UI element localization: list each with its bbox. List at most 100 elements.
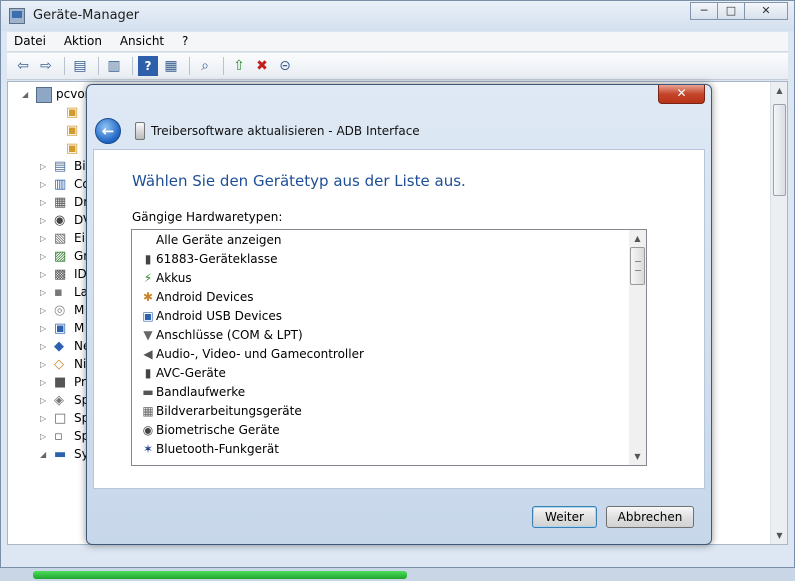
update-driver-icon[interactable]: ⇧ <box>229 56 249 76</box>
device-category-icon: ▬ <box>54 447 67 462</box>
device-category-icon: ◆ <box>54 339 64 354</box>
window-title: Geräte-Manager <box>33 8 140 23</box>
hardware-types-list[interactable]: Alle Geräte anzeigen ▮ 61883-Geräteklasse ⚡… <box>131 229 647 466</box>
scroll-thumb[interactable] <box>773 104 786 196</box>
scroll-up-icon[interactable]: ▲ <box>629 230 646 247</box>
expand-arrow-icon[interactable]: ▷ <box>40 414 49 423</box>
forward-arrow-icon[interactable]: ⇨ <box>36 56 56 76</box>
expand-arrow-icon[interactable]: ▷ <box>40 216 49 225</box>
tree-item-label: M <box>74 321 85 335</box>
back-arrow-icon[interactable]: ⇦ <box>13 56 33 76</box>
hardware-types-label: Gängige Hardwaretypen: <box>132 210 283 224</box>
next-button[interactable]: Weiter <box>532 506 597 528</box>
expand-arrow-icon[interactable]: ▷ <box>40 324 49 333</box>
biometric-devices-icon: ◉ <box>142 423 154 437</box>
expand-arrow-icon[interactable]: ▷ <box>40 270 49 279</box>
expand-arrow-icon[interactable]: ▷ <box>40 162 49 171</box>
device-category-icon: ◇ <box>54 357 64 372</box>
expand-arrow-icon[interactable]: ▷ <box>40 342 49 351</box>
menu-bar: Datei Aktion Ansicht ? <box>7 32 788 52</box>
tree-item-label: Pr <box>74 375 86 389</box>
list-item-label: Biometrische Geräte <box>156 423 280 437</box>
scroll-down-icon[interactable]: ▼ <box>629 448 646 465</box>
back-button[interactable]: ← <box>95 118 121 144</box>
dialog-body: Wählen Sie den Gerätetyp aus der Liste a… <box>93 149 705 489</box>
list-item-label: Bildverarbeitungsgeräte <box>156 404 302 418</box>
list-item-label: Audio-, Video- und Gamecontroller <box>156 347 364 361</box>
device-category-icon: ▫ <box>54 429 63 444</box>
ports-com-lpt-icon: ▼ <box>143 328 153 342</box>
tree-view-icon[interactable]: ▤ <box>70 56 90 76</box>
help-icon[interactable]: ? <box>138 56 158 76</box>
expand-arrow-icon[interactable]: ▷ <box>40 288 49 297</box>
uninstall-device-icon[interactable]: ⊝ <box>275 56 295 76</box>
title-bar[interactable]: Geräte-Manager ─ □ ✕ <box>1 1 794 31</box>
device-category-icon: ▣ <box>66 123 79 138</box>
expand-arrow-icon[interactable]: ◢ <box>40 450 49 459</box>
maximize-button[interactable]: □ <box>717 2 745 20</box>
expand-arrow-icon[interactable]: ▷ <box>40 432 49 441</box>
tree-root-label: pcvor <box>56 87 90 101</box>
avc-devices-icon: ▮ <box>144 366 152 380</box>
device-category-icon: ▩ <box>54 267 67 282</box>
list-scrollbar[interactable]: ▲ ▼ <box>629 230 646 465</box>
device-category-icon: ▣ <box>66 105 79 120</box>
dialog-close-button[interactable]: ✕ <box>658 85 705 104</box>
list-item-label: Android USB Devices <box>156 309 282 323</box>
tree-item-label: Bi <box>74 159 86 173</box>
menu-ansicht[interactable]: Ansicht <box>113 32 171 48</box>
device-category-icon: ◈ <box>54 393 64 408</box>
list-scroll-thumb[interactable] <box>630 247 645 285</box>
close-button[interactable]: ✕ <box>744 2 788 20</box>
menu-datei[interactable]: Datei <box>7 32 53 48</box>
device-category-icon: ▨ <box>54 249 67 264</box>
expand-arrow-icon[interactable]: ▷ <box>40 360 49 369</box>
toolbar-separator <box>98 57 99 75</box>
scan-hardware-icon[interactable]: ⌕ <box>195 56 215 76</box>
menu-help[interactable]: ? <box>175 32 195 48</box>
collapse-arrow-icon[interactable]: ◢ <box>22 90 31 99</box>
device-category-icon: ■ <box>54 375 67 390</box>
list-item-label: Bandlaufwerke <box>156 385 246 399</box>
list-item-label: AVC-Geräte <box>156 366 226 380</box>
expand-arrow-icon[interactable]: ▷ <box>40 180 49 189</box>
dialog-header: ← Treibersoftware aktualisieren - ADB In… <box>93 113 705 149</box>
expand-arrow-icon[interactable] <box>52 108 61 117</box>
device-category-icon: ▤ <box>54 159 67 174</box>
expand-arrow-icon[interactable]: ▷ <box>40 378 49 387</box>
minimize-button[interactable]: ─ <box>690 2 718 20</box>
menu-aktion[interactable]: Aktion <box>57 32 109 48</box>
tree-scrollbar[interactable]: ▲ ▼ <box>770 82 787 544</box>
back-arrow-icon: ← <box>101 122 115 140</box>
device-category-icon: ◉ <box>54 213 66 228</box>
batteries-icon: ⚡ <box>143 271 153 285</box>
list-item-label: Akkus <box>156 271 192 285</box>
list-item-label: Alle Geräte anzeigen <box>156 233 282 247</box>
device-category-icon: ▥ <box>54 177 67 192</box>
expand-arrow-icon[interactable]: ▷ <box>40 252 49 261</box>
expand-arrow-icon[interactable] <box>52 126 61 135</box>
list-item-label: 61883-Geräteklasse <box>156 252 278 266</box>
device-category-icon: ▣ <box>66 141 79 156</box>
audio-video-game-controllers-icon: ◀ <box>143 347 153 361</box>
device-category-icon: ◎ <box>54 303 66 318</box>
disable-device-icon[interactable]: ✖ <box>252 56 272 76</box>
device-category-icon: ▦ <box>54 195 67 210</box>
device-manager-icon <box>9 8 25 24</box>
expand-arrow-icon[interactable]: ▷ <box>40 396 49 405</box>
adb-device-icon <box>135 122 145 140</box>
view-icon[interactable]: ▦ <box>161 56 181 76</box>
cancel-button[interactable]: Abbrechen <box>606 506 694 528</box>
properties-icon[interactable]: ▥ <box>104 56 124 76</box>
scroll-up-icon[interactable]: ▲ <box>771 82 788 99</box>
expand-arrow-icon[interactable]: ▷ <box>40 234 49 243</box>
expand-arrow-icon[interactable]: ▷ <box>40 306 49 315</box>
toolbar-separator <box>223 57 224 75</box>
device-category-icon: ▧ <box>54 231 67 246</box>
expand-arrow-icon[interactable] <box>52 144 61 153</box>
android-usb-devices-icon: ▣ <box>142 309 154 323</box>
device-class-61883-icon: ▮ <box>144 252 152 266</box>
toolbar-separator <box>132 57 133 75</box>
expand-arrow-icon[interactable]: ▷ <box>40 198 49 207</box>
scroll-down-icon[interactable]: ▼ <box>771 527 788 544</box>
